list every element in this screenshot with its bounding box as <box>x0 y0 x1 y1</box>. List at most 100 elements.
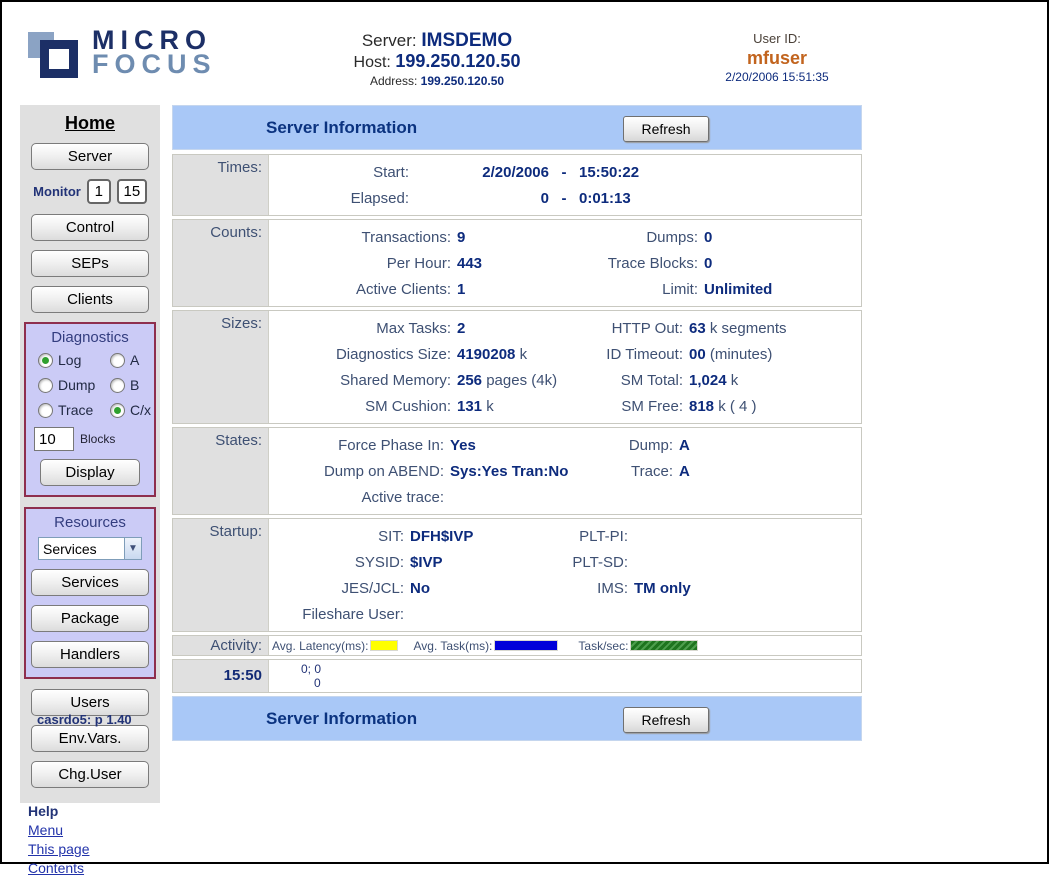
diagnostics-title: Diagnostics <box>26 329 154 346</box>
times-section: Times: Start: 2/20/2006 - 15:50:22 Elaps… <box>172 154 862 216</box>
counts-row: Per Hour: 443 Trace Blocks: 0 <box>269 250 861 276</box>
elapsed-time-value: 0:01:13 <box>579 190 631 207</box>
chevron-down-icon: ▼ <box>124 538 141 559</box>
blocks-input[interactable] <box>34 427 74 451</box>
monitor-label: Monitor <box>33 184 81 199</box>
package-button[interactable]: Package <box>31 605 149 632</box>
monitor-row: Monitor <box>20 179 160 204</box>
task-sec-label: Task/sec: <box>578 639 628 653</box>
states-row: Dump on ABEND: Sys:Yes Tran:No Trace: A <box>269 458 861 484</box>
start-date-value: 2/20/2006 <box>409 164 549 181</box>
user-id-label: User ID: <box>682 30 872 47</box>
display-button[interactable]: Display <box>40 459 140 486</box>
startup-row: JES/JCL: No IMS: TM only <box>269 575 861 601</box>
states-row: Active trace: <box>269 484 861 510</box>
times-row-elapsed: Elapsed: 0 - 0:01:13 <box>269 185 861 211</box>
activity-history-row: 15:50 0; 0 0 <box>172 659 862 693</box>
sizes-section: Sizes: Max Tasks: 2 HTTP Out: 63 k segme… <box>172 310 862 424</box>
monitor-interval-input[interactable] <box>87 179 111 204</box>
help-link-menu[interactable]: Menu <box>28 821 160 840</box>
start-time-value: 15:50:22 <box>579 164 639 181</box>
activity-section: Activity: Avg. Latency(ms): Avg. Task(ms… <box>172 635 862 656</box>
server-info-footer-bar: Server Information Refresh <box>172 696 862 741</box>
task-sec-bar <box>630 640 698 651</box>
blocks-label: Blocks <box>80 432 115 446</box>
help-title: Help <box>28 802 160 821</box>
sidebar: Home Server Monitor Control SEPs Clients… <box>20 105 160 803</box>
counts-row: Transactions: 9 Dumps: 0 <box>269 224 861 250</box>
diagnostics-box: Diagnostics Log A Dump B Trace C/x Block… <box>24 322 156 497</box>
radio-a-icon <box>110 353 125 368</box>
activity-section-label: Activity: <box>173 636 269 655</box>
radio-trace-icon <box>38 403 53 418</box>
seps-button[interactable]: SEPs <box>31 250 149 277</box>
services-button[interactable]: Services <box>31 569 149 596</box>
radio-dump[interactable]: Dump <box>38 377 110 393</box>
times-row-start: Start: 2/20/2006 - 15:50:22 <box>269 159 861 185</box>
home-link[interactable]: Home <box>20 113 160 134</box>
sizes-row: Diagnostics Size: 4190208 k ID Timeout: … <box>269 341 861 367</box>
logo-text-line2: FOCUS <box>92 52 217 76</box>
page-title: Server Information <box>266 118 417 138</box>
refresh-button-top[interactable]: Refresh <box>623 116 709 142</box>
avg-task-label: Avg. Task(ms): <box>413 639 492 653</box>
radio-a[interactable]: A <box>110 352 162 368</box>
startup-row: Fileshare User: <box>269 601 861 627</box>
control-button[interactable]: Control <box>31 214 149 241</box>
sizes-section-label: Sizes: <box>173 311 269 423</box>
startup-section-label: Startup: <box>173 519 269 631</box>
radio-cx[interactable]: C/x <box>110 402 162 418</box>
radio-log-icon <box>38 353 53 368</box>
startup-section: Startup: SIT: DFH$IVP PLT-PI: SYSID: $IV… <box>172 518 862 632</box>
server-identity: Server: IMSDEMO Host: 199.250.120.50 Add… <box>292 30 582 90</box>
states-row: Force Phase In: Yes Dump: A <box>269 432 861 458</box>
resources-dropdown[interactable]: Services ▼ <box>38 537 142 560</box>
states-section-label: States: <box>173 428 269 514</box>
times-section-label: Times: <box>173 155 269 215</box>
resources-box: Resources Services ▼ Services Package Ha… <box>24 507 156 679</box>
refresh-button-bottom[interactable]: Refresh <box>623 707 709 733</box>
radio-dump-icon <box>38 378 53 393</box>
startup-row: SYSID: $IVP PLT-SD: <box>269 549 861 575</box>
version-text: casrdo5: p 1.40 <box>37 712 132 727</box>
microfocus-logo: MICRO FOCUS <box>28 24 217 80</box>
monitor-count-input[interactable] <box>117 179 147 204</box>
host-value: 199.250.120.50 <box>395 51 520 71</box>
chguser-button[interactable]: Chg.User <box>31 761 149 788</box>
radio-trace[interactable]: Trace <box>38 402 110 418</box>
radio-b-icon <box>110 378 125 393</box>
help-link-contents[interactable]: Contents <box>28 859 160 878</box>
startup-row: SIT: DFH$IVP PLT-PI: <box>269 523 861 549</box>
radio-log[interactable]: Log <box>38 352 110 368</box>
server-label: Server: <box>362 31 417 50</box>
history-time-label: 15:50 <box>173 660 269 692</box>
clients-button[interactable]: Clients <box>31 286 149 313</box>
envvars-button[interactable]: Env.Vars. <box>31 725 149 752</box>
host-label: Host: <box>354 54 391 71</box>
header-timestamp: 2/20/2006 15:51:35 <box>682 69 872 86</box>
server-name: IMSDEMO <box>421 30 512 51</box>
main-content: Server Information Refresh Times: Start:… <box>172 105 862 745</box>
help-link-this-page[interactable]: This page <box>28 840 160 859</box>
address-label: Address: <box>370 74 417 88</box>
sizes-row: Shared Memory: 256 pages (4k) SM Total: … <box>269 367 861 393</box>
counts-row: Active Clients: 1 Limit: Unlimited <box>269 276 861 302</box>
counts-section: Counts: Transactions: 9 Dumps: 0 Per Hou… <box>172 219 862 307</box>
sizes-row: Max Tasks: 2 HTTP Out: 63 k segments <box>269 315 861 341</box>
avg-latency-label: Avg. Latency(ms): <box>272 639 368 653</box>
server-info-header-bar: Server Information Refresh <box>172 105 862 150</box>
handlers-button[interactable]: Handlers <box>31 641 149 668</box>
radio-cx-icon <box>110 403 125 418</box>
server-button[interactable]: Server <box>31 143 149 170</box>
elapsed-days-value: 0 <box>409 190 549 207</box>
resources-title: Resources <box>26 514 154 531</box>
page-header: MICRO FOCUS Server: IMSDEMO Host: 199.25… <box>2 2 1047 98</box>
microfocus-logo-icon <box>28 24 84 80</box>
footer-title: Server Information <box>266 709 417 729</box>
latency-bar <box>370 640 398 651</box>
radio-b[interactable]: B <box>110 377 162 393</box>
counts-section-label: Counts: <box>173 220 269 306</box>
resources-dropdown-value: Services <box>39 541 124 557</box>
task-bar <box>494 640 558 651</box>
states-section: States: Force Phase In: Yes Dump: A Dump… <box>172 427 862 515</box>
